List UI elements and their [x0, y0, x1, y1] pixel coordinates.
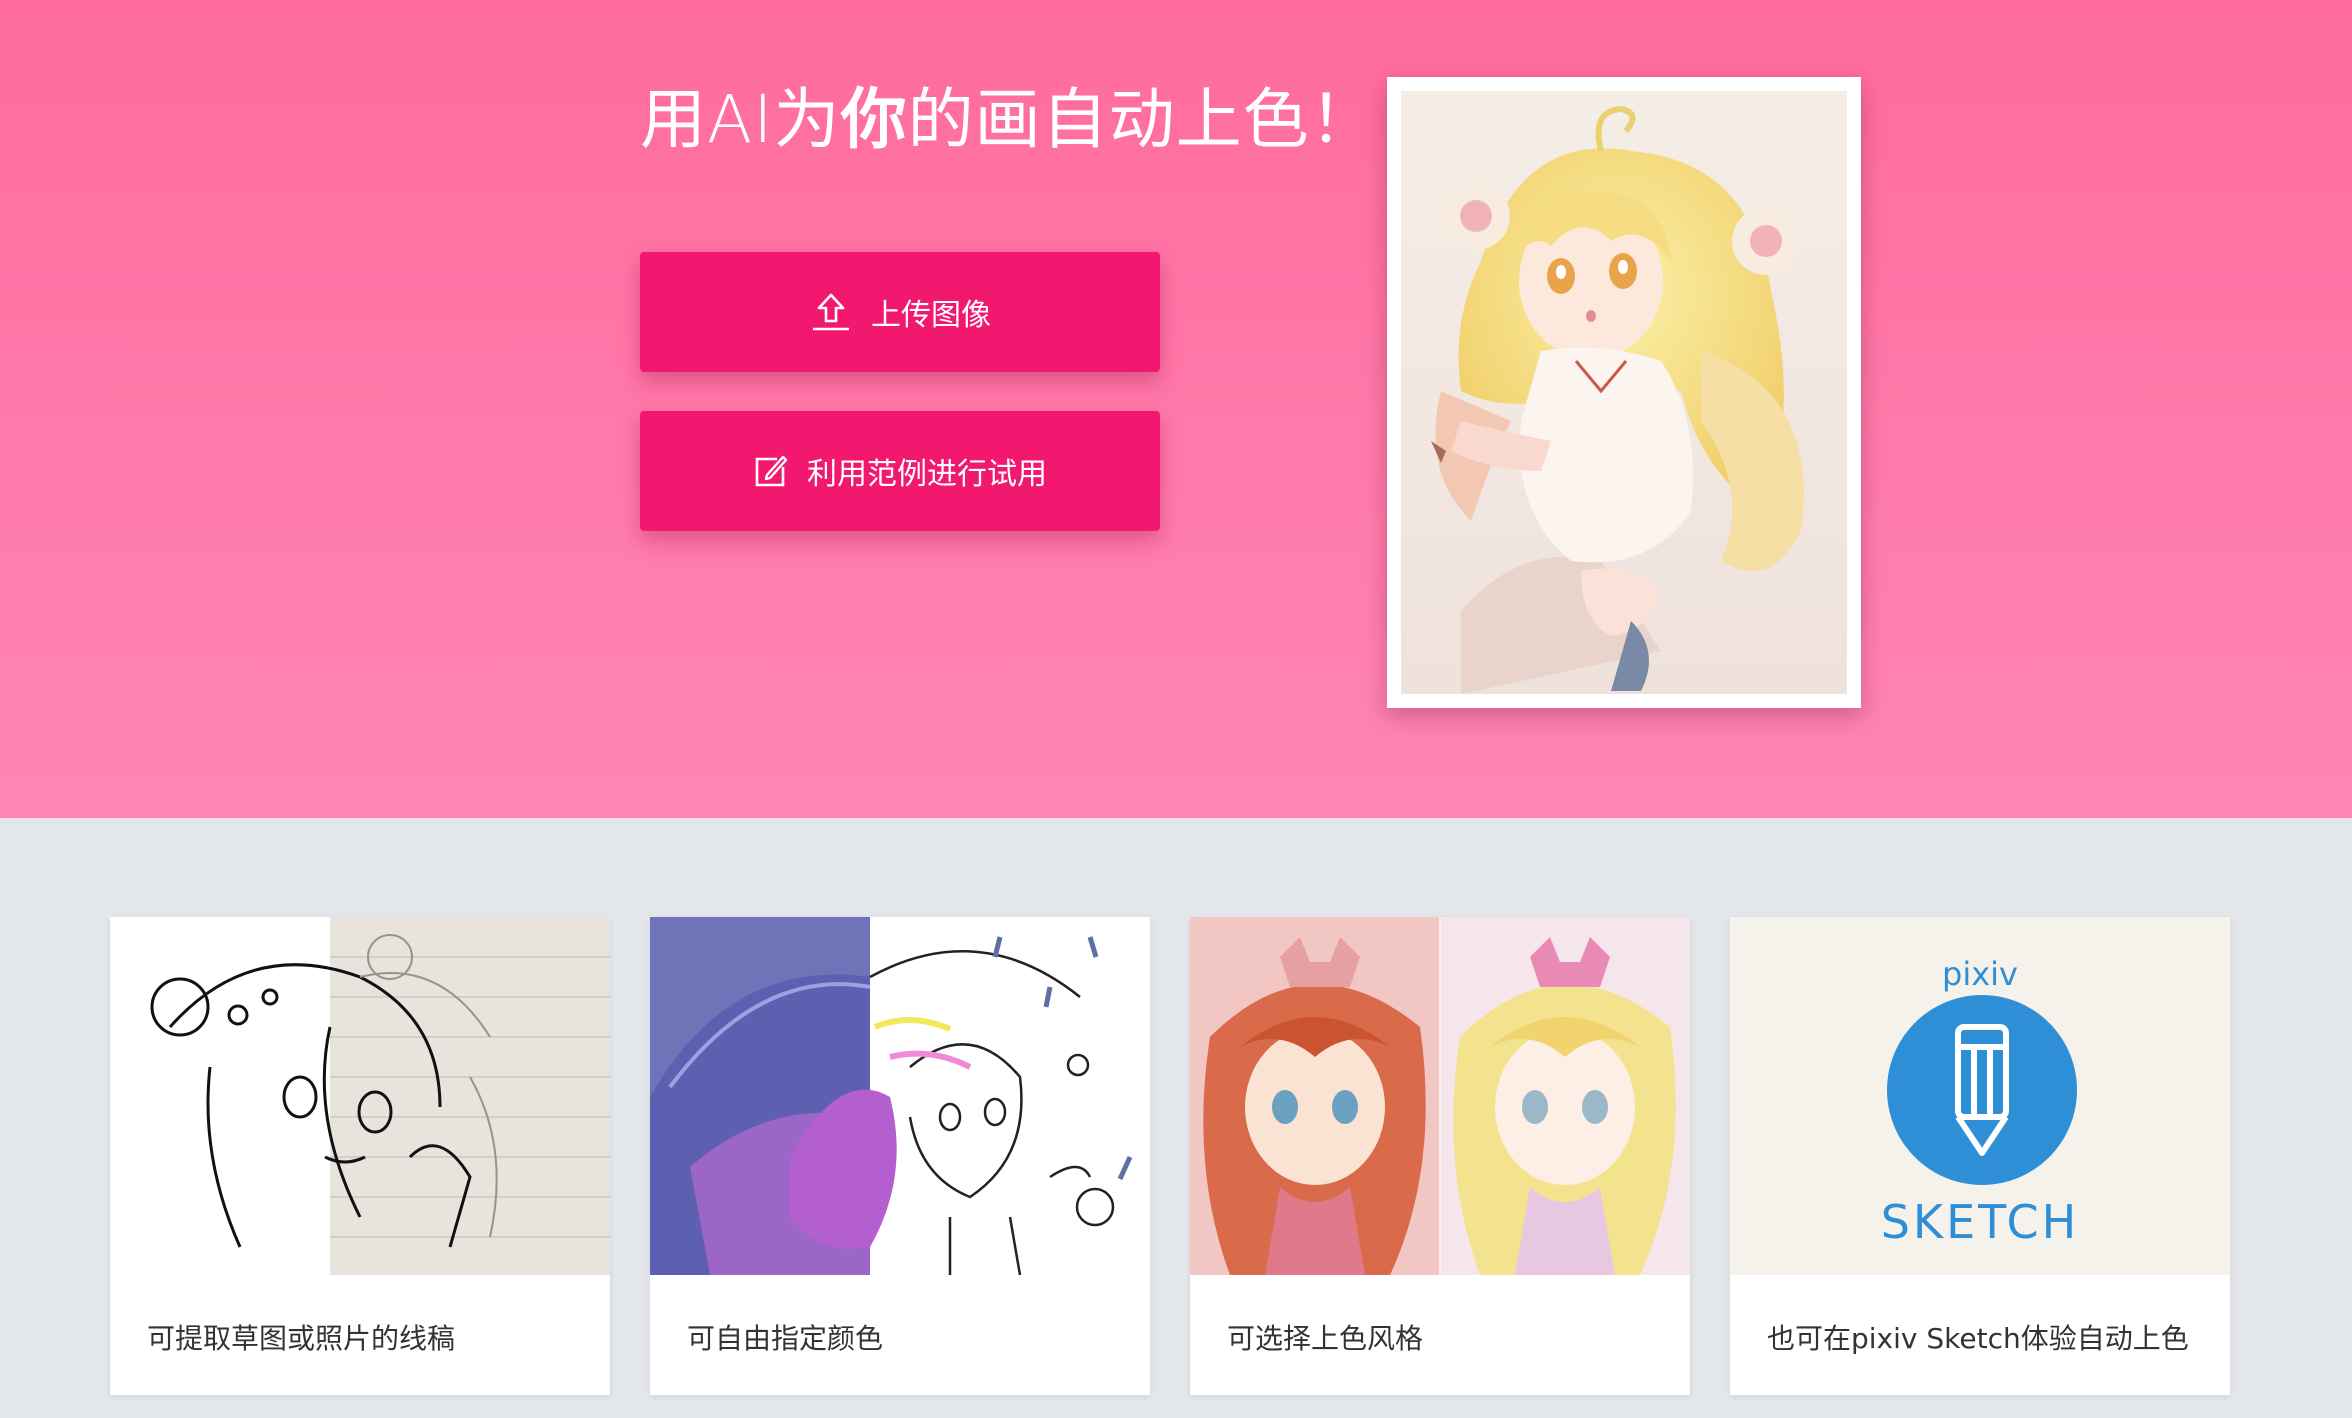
anime-girl-illustration [1401, 91, 1847, 694]
color-hint-image [650, 917, 1150, 1275]
hero-title-part-2: 的画自动上色！ [907, 81, 1377, 158]
feature-caption-pixiv-sketch: 也可在pixiv Sketch体验自动上色 [1767, 1322, 2189, 1355]
feature-card-pixiv-sketch[interactable]: pixiv SKETCH 也可在pixiv Sketch体验自动上色 [1730, 917, 2230, 1395]
hero-banner: 用AI为你的画自动上色！ 上传图像 利用范例进行试用 [0, 0, 2352, 818]
feature-card-lineart[interactable]: 可提取草图或照片的线稿 [110, 917, 610, 1395]
sample-colored-illustration [1387, 77, 1861, 708]
try-sample-button[interactable]: 利用范例进行试用 [640, 411, 1160, 531]
feature-card-style[interactable]: 可选择上色风格 [1190, 917, 1690, 1395]
hero-title-part-1: 用AI为 [640, 81, 841, 158]
feature-caption-style: 可选择上色风格 [1227, 1322, 1424, 1355]
pixiv-sketch-logo: pixiv SKETCH [1730, 917, 2230, 1275]
edit-icon [753, 453, 789, 489]
feature-card-color-hint[interactable]: 可自由指定颜色 [650, 917, 1150, 1395]
sketch-logo-text: SKETCH [1880, 1195, 2080, 1249]
hero-title-emphasis: 你 [840, 81, 908, 158]
lineart-extraction-image [110, 917, 610, 1275]
upload-icon [809, 291, 853, 333]
feature-caption-lineart: 可提取草图或照片的线稿 [147, 1322, 456, 1355]
hero-title: 用AI为你的画自动上色！ [640, 66, 1377, 162]
sample-button-label: 利用范例进行试用 [807, 457, 1047, 492]
coloring-style-image [1190, 917, 1690, 1275]
upload-image-button[interactable]: 上传图像 [640, 252, 1160, 372]
feature-caption-color-hint: 可自由指定颜色 [687, 1322, 884, 1355]
upload-button-label: 上传图像 [871, 298, 991, 333]
